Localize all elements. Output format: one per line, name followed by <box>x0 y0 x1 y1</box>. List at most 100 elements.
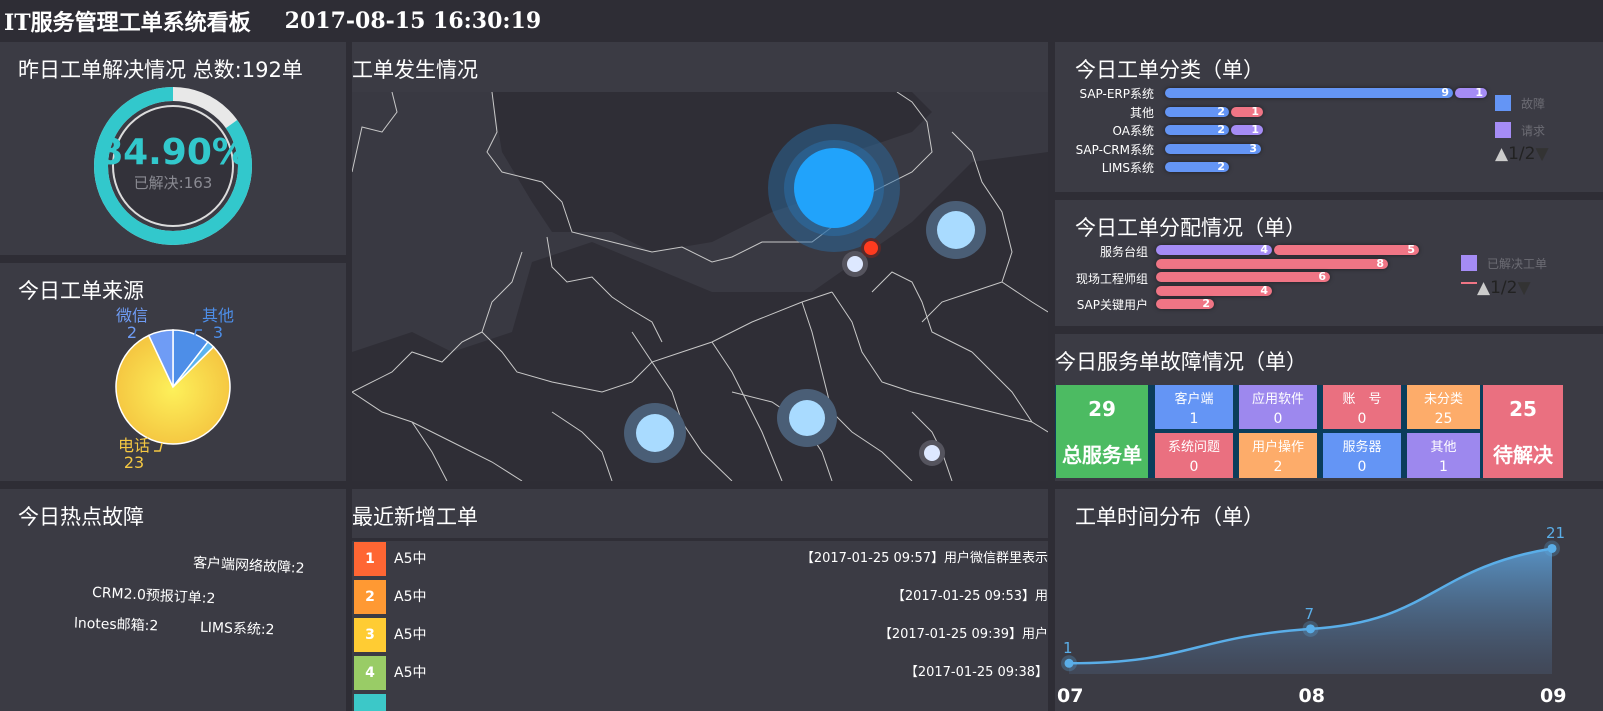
legend-resolved-label[interactable]: 已解决工单 <box>1487 255 1547 272</box>
ticket-row[interactable]: 2 A5中 【2017-01-25 09:53】用 <box>352 580 1048 614</box>
ticket-rank: 4 <box>354 656 386 690</box>
ticket-summary: 【2017-01-25 09:53】用 <box>891 589 1048 604</box>
fault-tile-client[interactable]: 客户端 1 <box>1155 385 1233 429</box>
dashboard-title: IT服务管理工单系统看板 <box>4 10 251 36</box>
fault-tile-user-operation[interactable]: 用户操作 2 <box>1239 433 1317 478</box>
fault-tile-account[interactable]: 账 号0 <box>1323 385 1401 429</box>
ticket-row[interactable]: 4 A5中 【2017-01-25 09:38】 <box>352 656 1048 690</box>
resolve-percent: 84.90% <box>98 132 248 173</box>
map-marker-large[interactable] <box>794 148 874 228</box>
category-label: OA系统 <box>1112 124 1154 138</box>
total-tickets-tile[interactable]: 29 总服务单 <box>1056 385 1148 478</box>
fault-tile-unclassified[interactable]: 未分类 25 <box>1407 385 1480 429</box>
assign-bar-total[interactable]: 4 <box>1156 285 1272 296</box>
ticket-row[interactable]: 1 A5中 【2017-01-25 09:57】用户微信群里表示 <box>352 542 1048 576</box>
map-marker-beijing[interactable] <box>864 241 878 255</box>
category-bar-fault[interactable]: 9 <box>1165 87 1453 98</box>
category-bar-fault[interactable]: 3 <box>1165 143 1261 154</box>
category-bar-other[interactable]: 1 <box>1231 106 1263 117</box>
hot-fault-item[interactable]: 客户端网络故障:2 <box>193 552 306 578</box>
time-point[interactable] <box>1064 658 1074 668</box>
time-point-label: 1 <box>1063 639 1073 658</box>
ticket-summary: 【2017-01-25 09:39】用户 <box>878 627 1048 642</box>
ticket-source: A5中 <box>394 551 427 567</box>
phone-leader-line <box>154 442 163 452</box>
fault-tile-system-issue[interactable]: 系统问题 0 <box>1155 433 1233 478</box>
ticket-row[interactable]: 3 A5中 【2017-01-25 09:39】用户 <box>352 618 1048 652</box>
assign-bar-resolved[interactable]: 4 <box>1156 244 1272 255</box>
other-value: 3 <box>212 323 224 342</box>
new-tickets-title: 最近新增工单 <box>352 505 478 529</box>
pending-tickets-value: 25 <box>1509 397 1537 421</box>
legend-total-line[interactable] <box>1461 282 1477 284</box>
legend-fault-swatch[interactable] <box>1495 95 1511 111</box>
category-panel: 今日工单分类（单） SAP-ERP系统 9 1 其他 2 1 OA系统 2 1 SAP-CRM系统… <box>1055 42 1603 192</box>
fault-tile-server[interactable]: 服务器 0 <box>1323 433 1401 478</box>
category-bar-fault[interactable]: 2 <box>1165 106 1229 117</box>
category-label: LIMS系统 <box>1101 161 1154 175</box>
time-distribution-panel: 工单时间分布（单） 1 07 7 08 21 09 <box>1055 489 1603 711</box>
legend-page-up-icon[interactable]: ▲ <box>1495 144 1508 164</box>
current-datetime: 2017-08-15 16:30:19 <box>284 8 542 34</box>
pending-tickets-tile[interactable]: 25 待解决 <box>1483 385 1563 478</box>
assign-label: 服务台组 <box>1099 245 1148 259</box>
map-marker[interactable] <box>789 400 825 436</box>
x-axis-tick-label: 08 <box>1298 685 1325 707</box>
map-marker[interactable] <box>636 414 674 452</box>
legend-resolved-swatch[interactable] <box>1461 255 1477 271</box>
fault-panel: 今日服务单故障情况（单） 29 总服务单 客户端 1 应用软件 0 账 号0 未分类… <box>1055 334 1603 481</box>
category-label: 其他 <box>1129 105 1154 120</box>
legend-page-down-icon[interactable]: ▼ <box>1517 278 1530 298</box>
time-point[interactable] <box>1547 543 1557 553</box>
china-map[interactable] <box>352 92 1048 481</box>
fault-grid: 29 总服务单 客户端 1 应用软件 0 账 号0 未分类 25 系统问题 0 用户操作… <box>1055 385 1603 478</box>
ticket-rank-partial <box>354 694 386 711</box>
category-bar-fault[interactable]: 2 <box>1165 124 1229 135</box>
hot-faults-panel: 今日热点故障 客户端网络故障:2 CRM2.0预报订单:2 lnotes邮箱:2… <box>0 489 346 711</box>
hot-fault-item[interactable]: LIMS系统:2 <box>200 617 275 640</box>
wechat-label: 微信 <box>116 306 149 325</box>
ticket-rank: 1 <box>354 542 386 576</box>
category-bar-request[interactable]: 1 <box>1455 87 1487 98</box>
category-label: SAP-CRM系统 <box>1075 142 1154 157</box>
legend-request-label[interactable]: 请求 <box>1521 122 1545 139</box>
x-axis-tick-label: 09 <box>1540 685 1567 707</box>
total-tickets-label: 总服务单 <box>1062 443 1142 467</box>
map-marker[interactable] <box>937 211 975 249</box>
source-panel: 今日工单来源 微信 2 其他 3 电话 23 <box>0 263 346 481</box>
time-distribution-chart <box>1061 540 1560 674</box>
ticket-summary: 【2017-01-25 09:57】用户微信群里表示 <box>800 551 1048 566</box>
fault-tile-other[interactable]: 其他 1 <box>1407 433 1480 478</box>
hot-fault-item[interactable]: lnotes邮箱:2 <box>74 613 159 636</box>
other-label: 其他 <box>202 306 235 325</box>
assign-label: 现场工程师组 <box>1075 272 1148 286</box>
map-title: 工单发生情况 <box>352 58 478 82</box>
ticket-source: A5中 <box>394 627 427 643</box>
legend-page-down-icon[interactable]: ▼ <box>1535 144 1548 164</box>
fault-tile-app-software[interactable]: 应用软件 0 <box>1239 385 1317 429</box>
ticket-source: A5中 <box>394 589 427 605</box>
legend-page-up-icon[interactable]: ▲ <box>1477 278 1490 298</box>
ticket-rank: 3 <box>354 618 386 652</box>
assign-bar-total[interactable]: 8 <box>1156 258 1388 269</box>
assign-bar-total[interactable]: 6 <box>1156 271 1330 282</box>
assign-bar-total[interactable]: 5 <box>1274 244 1419 255</box>
assign-title: 今日工单分配情况（单） <box>1075 216 1306 240</box>
resolve-panel: 昨日工单解决情况 总数:192单 84.90% 已解决:163 <box>0 42 346 255</box>
legend-page-indicator: 1/2 <box>1490 278 1518 298</box>
time-point[interactable] <box>1306 624 1315 634</box>
category-bar-fault[interactable]: 2 <box>1165 161 1229 172</box>
assign-bar-total[interactable]: 2 <box>1156 298 1214 309</box>
source-pie-chart <box>115 329 231 452</box>
legend-request-swatch[interactable] <box>1495 122 1511 138</box>
fault-title: 今日服务单故障情况（单） <box>1055 350 1307 374</box>
map-marker-small[interactable] <box>847 256 863 272</box>
map-marker-small[interactable] <box>924 445 940 461</box>
ticket-source: A5中 <box>394 665 427 681</box>
category-bar-request[interactable]: 1 <box>1231 124 1263 135</box>
hot-fault-item[interactable]: CRM2.0预报订单:2 <box>92 582 216 608</box>
wechat-value: 2 <box>126 323 138 342</box>
phone-label: 电话 <box>118 436 151 455</box>
category-label: SAP-ERP系统 <box>1079 87 1154 101</box>
legend-fault-label[interactable]: 故障 <box>1521 95 1545 112</box>
